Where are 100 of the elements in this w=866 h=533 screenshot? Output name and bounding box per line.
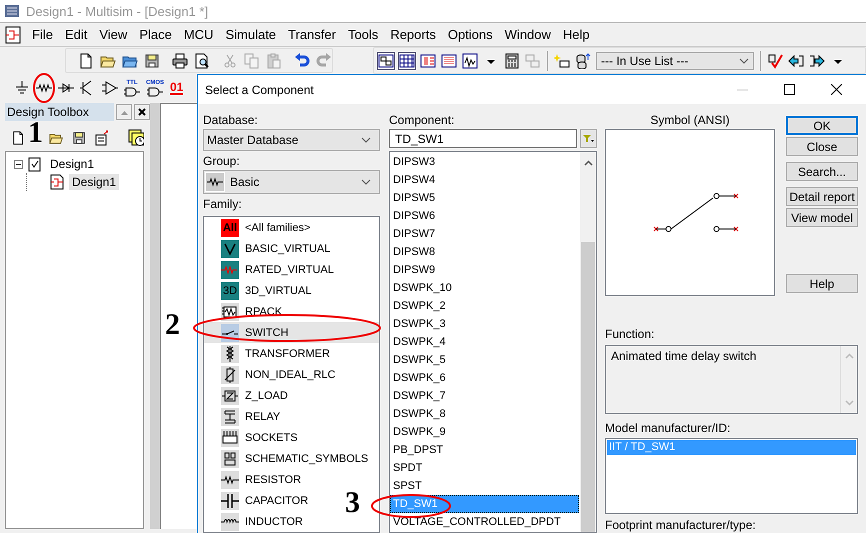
back-arrow-icon[interactable] <box>788 52 804 68</box>
export-icon[interactable] <box>94 130 108 146</box>
ground-symbol-icon[interactable] <box>14 80 30 96</box>
component-item[interactable]: SPST <box>390 477 579 495</box>
component-item[interactable]: DSWPK_2 <box>390 297 579 315</box>
graph-icon[interactable] <box>462 52 478 68</box>
family-item[interactable]: Z_LOAD <box>204 385 291 406</box>
menu-item[interactable]: MCU <box>180 25 218 44</box>
menu-item[interactable]: Simulate <box>221 25 280 44</box>
family-item[interactable]: RATED_VIRTUAL <box>204 259 337 280</box>
printer-icon[interactable] <box>172 52 188 68</box>
family-item[interactable]: SOCKETS <box>204 427 301 448</box>
database-icon[interactable] <box>575 52 591 68</box>
scrollbar[interactable] <box>580 152 596 532</box>
component-item[interactable]: DIPSW5 <box>390 189 579 207</box>
clock-stack-icon[interactable] <box>128 129 144 147</box>
dialog-button[interactable]: Search... <box>786 162 858 181</box>
tree-item[interactable]: Design1 <box>69 174 120 190</box>
calculator-icon[interactable] <box>504 52 520 68</box>
field-label: Database: <box>203 113 259 129</box>
dialog-button[interactable]: OK <box>786 116 858 135</box>
close-button[interactable] <box>134 104 150 120</box>
sparkle-box-icon[interactable] <box>554 52 570 68</box>
menu-item[interactable]: Reports <box>386 25 440 44</box>
menu-item[interactable]: Window <box>500 25 555 44</box>
component-item[interactable]: DSWPK_7 <box>390 387 579 405</box>
tree-item[interactable]: Design1 <box>47 156 98 172</box>
family-item[interactable]: RESISTOR <box>204 469 304 490</box>
field-label: Component: <box>389 113 456 129</box>
diode-icon[interactable] <box>58 80 74 96</box>
component-item[interactable]: DSWPK_4 <box>390 333 579 351</box>
close-icon[interactable] <box>831 84 842 95</box>
database-dropdown[interactable]: Master Database <box>203 129 380 151</box>
component-field[interactable]: TD_SW1 <box>389 129 577 148</box>
forward-arrow-icon[interactable] <box>809 52 825 68</box>
family-item[interactable]: 3D 3D_VIRTUAL <box>204 280 314 301</box>
family-item[interactable]: CAPACITOR <box>204 490 312 511</box>
menu-item[interactable]: Options <box>444 25 497 44</box>
schematic-sheet-icon <box>49 174 65 190</box>
columns-icon[interactable] <box>420 52 436 68</box>
dialog-button[interactable]: View model <box>786 208 858 227</box>
op-amp-icon[interactable] <box>102 80 118 96</box>
component-item[interactable]: DSWPK_3 <box>390 315 579 333</box>
resistor-icon <box>221 470 239 488</box>
component-item[interactable]: DSWPK_9 <box>390 423 579 441</box>
window-title: Design1 - Multisim - [Design1 *] <box>26 4 208 18</box>
table-icon[interactable] <box>441 52 457 68</box>
dialog-button[interactable]: Help <box>786 274 858 293</box>
family-item[interactable]: TRANSFORMER <box>204 343 333 364</box>
component-item[interactable]: DIPSW6 <box>390 207 579 225</box>
annotation-number: 1 <box>28 118 43 148</box>
minus-icon[interactable] <box>16 162 21 166</box>
new-file-icon[interactable] <box>78 52 94 68</box>
component-item[interactable]: DIPSW7 <box>390 225 579 243</box>
component-item[interactable]: DIPSW3 <box>390 153 579 171</box>
family-item[interactable]: All <All families> <box>204 217 314 238</box>
chevron-down-icon <box>844 400 854 406</box>
component-item[interactable]: PB_DPST <box>390 441 579 459</box>
maximize-icon[interactable] <box>784 84 795 95</box>
family-item[interactable]: RPACK <box>204 301 286 322</box>
relay-icon <box>221 408 239 426</box>
schematic-icon[interactable] <box>4 26 22 44</box>
component-item[interactable]: DSWPK_5 <box>390 351 579 369</box>
menu-item[interactable]: Edit <box>60 25 92 44</box>
print-preview-icon[interactable] <box>194 52 210 68</box>
symbol-label: Symbol (ANSI) <box>649 113 731 129</box>
panel-layout-icon[interactable] <box>378 52 394 68</box>
family-item[interactable]: SWITCH <box>204 322 379 343</box>
menu-item[interactable]: View <box>95 25 132 44</box>
component-item[interactable]: SPDT <box>390 459 579 477</box>
new-file-icon[interactable] <box>11 130 26 146</box>
component-item[interactable]: VOLTAGE_CONTROLLED_DPDT <box>390 513 579 531</box>
menu-item[interactable]: Transfer <box>284 25 340 44</box>
family-item[interactable]: BASIC_VIRTUAL <box>204 238 334 259</box>
field-label: Function: <box>605 327 656 342</box>
family-item[interactable]: SCHEMATIC_SYMBOLS <box>204 448 372 469</box>
group-dropdown[interactable]: Basic <box>203 170 380 194</box>
component-item[interactable]: DSWPK_6 <box>390 369 579 387</box>
component-item[interactable]: DSWPK_10 <box>390 279 579 297</box>
menu-item[interactable]: File <box>28 25 57 44</box>
family-item[interactable]: RELAY <box>204 406 284 427</box>
chevron-down-icon <box>361 137 371 143</box>
in-use-list-dropdown[interactable]: --- In Use List --- <box>596 52 754 70</box>
component-item[interactable]: DIPSW4 <box>390 171 579 189</box>
component-item[interactable]: DIPSW9 <box>390 261 579 279</box>
family-item[interactable]: INDUCTOR <box>204 511 306 532</box>
menu-item[interactable]: Tools <box>344 25 382 44</box>
undo-icon[interactable] <box>294 52 310 68</box>
component-item[interactable]: DIPSW8 <box>390 243 579 261</box>
menu-item[interactable]: Help <box>558 25 594 44</box>
chevron-down-icon <box>361 179 371 185</box>
dialog-button[interactable]: Close <box>786 137 858 156</box>
virtual-source-icon <box>221 240 239 258</box>
dialog-button[interactable]: Detail report <box>786 187 858 206</box>
grid-icon[interactable] <box>399 52 415 68</box>
family-item[interactable]: NON_IDEAL_RLC <box>204 364 338 385</box>
component-item[interactable]: DSWPK_8 <box>390 405 579 423</box>
checkmark-icon[interactable] <box>767 52 783 68</box>
menu-item[interactable]: Place <box>135 25 176 44</box>
chevron-up-icon <box>844 352 854 358</box>
